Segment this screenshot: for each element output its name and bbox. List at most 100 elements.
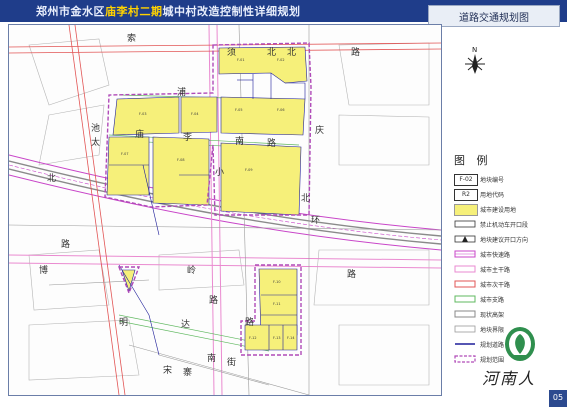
north-arrow-icon: N: [465, 46, 485, 74]
legend-symbol-branch-road: [454, 295, 476, 303]
context-block: [338, 114, 430, 166]
legend-symbol-expressway: [454, 250, 476, 258]
context-block: [28, 38, 110, 106]
legend-item-existing-elevated: 现状高架: [454, 309, 562, 320]
title-highlight: 庙李村二期: [105, 5, 163, 18]
context-block: [38, 104, 105, 166]
parcel-f05: [106, 136, 150, 196]
context-block: [28, 249, 110, 311]
road-label-bei2: 北: [267, 47, 276, 58]
road-label-pu: 浦: [177, 86, 186, 98]
road-label-nan-low: 南: [207, 352, 216, 364]
legend-item-construction-land: 城市建设用地: [454, 204, 562, 216]
title-prefix: 郑州市金水区: [36, 5, 105, 18]
north-label: N: [472, 46, 477, 54]
plot-code: F-04: [191, 112, 199, 116]
road-label-xiao: 小: [215, 167, 224, 178]
legend-label: 现状高架: [480, 312, 505, 319]
plot-code: F-09: [245, 168, 253, 172]
road-label-jie: 街: [227, 356, 236, 368]
legend-symbol-plot-number: F-02: [454, 174, 478, 186]
context-block: [158, 249, 245, 291]
legend-label: 禁止机动车开口段: [480, 222, 529, 229]
legend-label: 规划范围: [480, 357, 505, 364]
plot-code: F-07: [121, 152, 129, 156]
legend-label: 地块建议开口方向: [480, 237, 529, 244]
parcel-f06: [152, 136, 210, 206]
legend-title: 图 例: [454, 154, 492, 167]
legend-symbol-planning-scope: [454, 355, 476, 363]
legend-item-expressway: 城市快速路: [454, 249, 562, 260]
parcel-f03: [180, 96, 218, 134]
road-label-song: 宋: [163, 364, 172, 376]
legend-item-no-vehicle-opening: 禁止机动车开口段: [454, 219, 562, 230]
road-label-bei: 北: [287, 47, 296, 58]
plot-code: F-05: [235, 108, 243, 112]
official-stamp: [503, 324, 537, 366]
legend-item-land-code: R2 用地代码: [454, 189, 562, 201]
page-number: 05: [549, 390, 567, 407]
plot-code: F-08: [177, 158, 185, 162]
brand-text: 河南人: [482, 369, 537, 388]
legend-label: 用地代码: [480, 192, 505, 199]
road-map-svg: 索 须 北 路 北 浦 庙 李 南 路 庆 池 太 小 北 北 环 路 博 岭: [9, 25, 441, 395]
plot-code: F-03: [139, 112, 147, 116]
legend-item-plot-number: F-02 地块编号: [454, 174, 562, 186]
section-tab-label: 道路交通规划图: [459, 13, 529, 24]
road-label-lu-low2: 路: [209, 294, 218, 306]
road-label-qing: 庆: [315, 124, 324, 136]
parcel-f04: [220, 96, 306, 136]
road-label-suo: 索: [127, 32, 136, 44]
road-label-lu-left: 路: [61, 238, 70, 250]
section-tab: 道路交通规划图: [428, 5, 560, 27]
road-label-zhai: 寨: [183, 366, 192, 378]
north-arrow: N: [462, 44, 488, 78]
road-label-miao: 庙: [135, 128, 144, 140]
legend-item-secondary-road: 城市次干路: [454, 279, 562, 290]
road-bei-top: [9, 42, 441, 48]
legend-symbol-land-code: R2: [454, 189, 478, 201]
legend-label: 城市次干路: [480, 282, 511, 289]
surrounding-blocks: [28, 38, 430, 386]
road-label-tai: 太: [91, 136, 100, 148]
context-block: [338, 324, 430, 386]
stamp-icon: [505, 327, 535, 361]
legend-symbol-arrow-up-icon: [454, 235, 476, 243]
road-label-da: 达: [181, 318, 190, 330]
legend-symbol-construction-land: [454, 204, 478, 216]
parcel-f07: [220, 142, 302, 216]
plot-code: F-14: [287, 336, 295, 340]
plot-code: F-01: [237, 58, 245, 62]
plot-code: F-10: [273, 280, 281, 284]
plot-code: F-12: [249, 336, 257, 340]
legend-symbol-planned-road: [455, 343, 475, 345]
road-west-edge: [74, 25, 126, 395]
road-label-bei-right: 北: [301, 193, 310, 204]
legend-label: 城市快速路: [480, 252, 511, 259]
legend-label: 城市支路: [480, 297, 505, 304]
legend-item-trunk-road: 城市主干路: [454, 264, 562, 275]
legend-label: 城市建设用地: [480, 207, 517, 214]
legend-label: 地块编号: [480, 177, 505, 184]
road-label-lu-mid: 路: [267, 137, 276, 149]
plot-code: F-06: [277, 108, 285, 112]
road-label-chi: 池: [91, 122, 100, 134]
legend-symbol-secondary-road: [454, 280, 476, 288]
legend-label: 地块界限: [480, 327, 505, 334]
page-title: 郑州市金水区庙李村二期城中村改造控制性详细规划: [36, 3, 301, 19]
legend-item-branch-road: 城市支路: [454, 294, 562, 305]
legend-item-opening-direction: 地块建议开口方向: [454, 234, 562, 245]
plot-code: F-13: [273, 336, 281, 340]
legend-symbol-elevated: [454, 310, 476, 318]
plot-code: F-11: [273, 302, 281, 306]
road-label-bei-left: 北: [47, 173, 56, 184]
road-label-lu-low: 路: [347, 268, 356, 280]
road-bo-ling: [9, 254, 441, 261]
legend-symbol-trunk-road: [454, 265, 476, 273]
road-west: [68, 25, 120, 395]
legend-symbol-no-opening: [454, 220, 476, 228]
context-block: [28, 319, 140, 381]
title-suffix: 城中村改造控制性详细规划: [162, 5, 301, 18]
planning-map[interactable]: 索 须 北 路 北 浦 庙 李 南 路 庆 池 太 小 北 北 环 路 博 岭: [8, 24, 442, 396]
legend-symbol-plot-boundary: [454, 325, 476, 333]
